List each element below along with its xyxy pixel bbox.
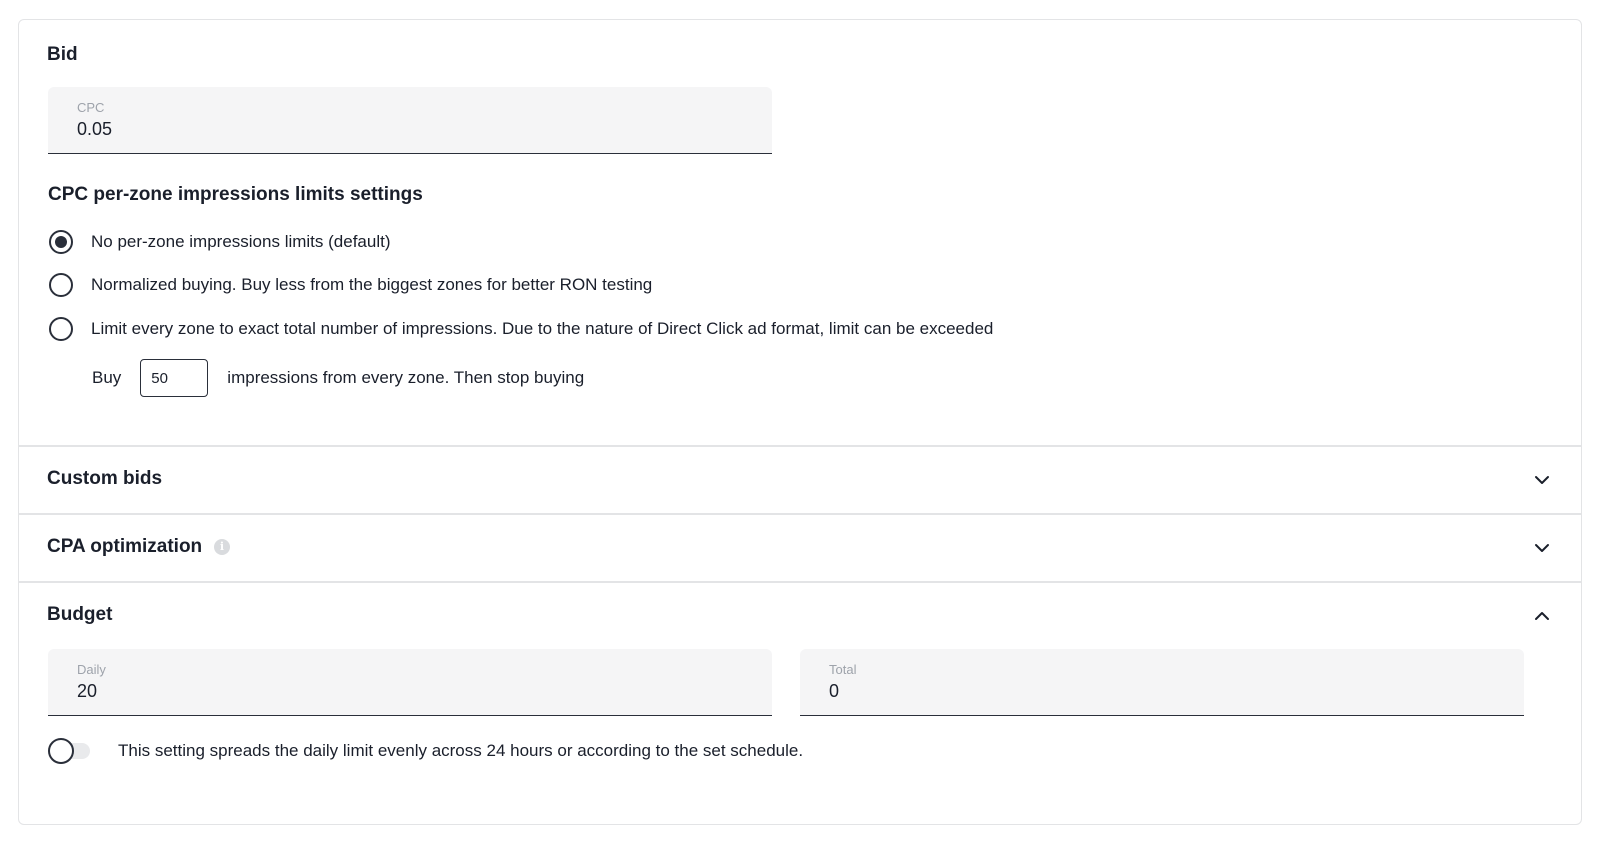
limit-option-label: Normalized buying. Buy less from the big…	[91, 275, 653, 294]
budget-header[interactable]: Budget	[19, 583, 1581, 650]
buy-prefix-label: Buy	[92, 368, 122, 387]
bid-section-title: Bid	[47, 44, 78, 65]
daily-budget-label: Daily	[77, 662, 106, 677]
spread-limit-row: This setting spreads the daily limit eve…	[48, 738, 803, 764]
cpa-optimization-header[interactable]: CPA optimization i	[19, 515, 1581, 582]
budget-title: Budget	[47, 604, 113, 625]
cpc-value[interactable]: 0.05	[77, 119, 112, 140]
total-budget-value[interactable]: 0	[829, 681, 839, 702]
limit-option-label: Limit every zone to exact total number o…	[91, 319, 994, 338]
daily-budget-value[interactable]: 20	[77, 681, 97, 702]
cpc-label: CPC	[77, 100, 105, 115]
cpc-field[interactable]: CPC 0.05	[48, 87, 772, 154]
info-icon[interactable]: i	[214, 539, 230, 555]
impressions-limit-input[interactable]	[140, 359, 209, 397]
limit-option-label: No per-zone impressions limits (default)	[91, 232, 391, 251]
limit-option-exact[interactable]: Limit every zone to exact total number o…	[49, 317, 993, 341]
spread-limit-toggle[interactable]	[48, 738, 92, 764]
daily-budget-field[interactable]: Daily 20	[48, 649, 772, 716]
radio-button[interactable]	[49, 230, 73, 254]
total-budget-label: Total	[829, 662, 857, 677]
limit-option-normalized[interactable]: Normalized buying. Buy less from the big…	[49, 273, 652, 297]
bid-settings-card: Bid CPC 0.05 CPC per-zone impressions li…	[18, 19, 1582, 825]
radio-button[interactable]	[49, 273, 73, 297]
buy-suffix-label: impressions from every zone. Then stop b…	[227, 368, 585, 387]
spread-limit-label: This setting spreads the daily limit eve…	[118, 741, 804, 760]
total-budget-field[interactable]: Total 0	[800, 649, 1524, 716]
buy-impressions-row: Buy impressions from every zone. Then st…	[92, 359, 584, 397]
chevron-down-icon[interactable]	[1533, 539, 1551, 557]
chevron-up-icon[interactable]	[1533, 607, 1551, 625]
radio-button[interactable]	[49, 317, 73, 341]
custom-bids-header[interactable]: Custom bids	[19, 447, 1581, 514]
custom-bids-title: Custom bids	[47, 468, 163, 489]
cpa-optimization-title: CPA optimization	[47, 536, 203, 557]
limits-section-title: CPC per-zone impressions limits settings	[48, 184, 423, 205]
chevron-down-icon[interactable]	[1533, 471, 1551, 489]
limit-option-none[interactable]: No per-zone impressions limits (default)	[49, 230, 391, 254]
